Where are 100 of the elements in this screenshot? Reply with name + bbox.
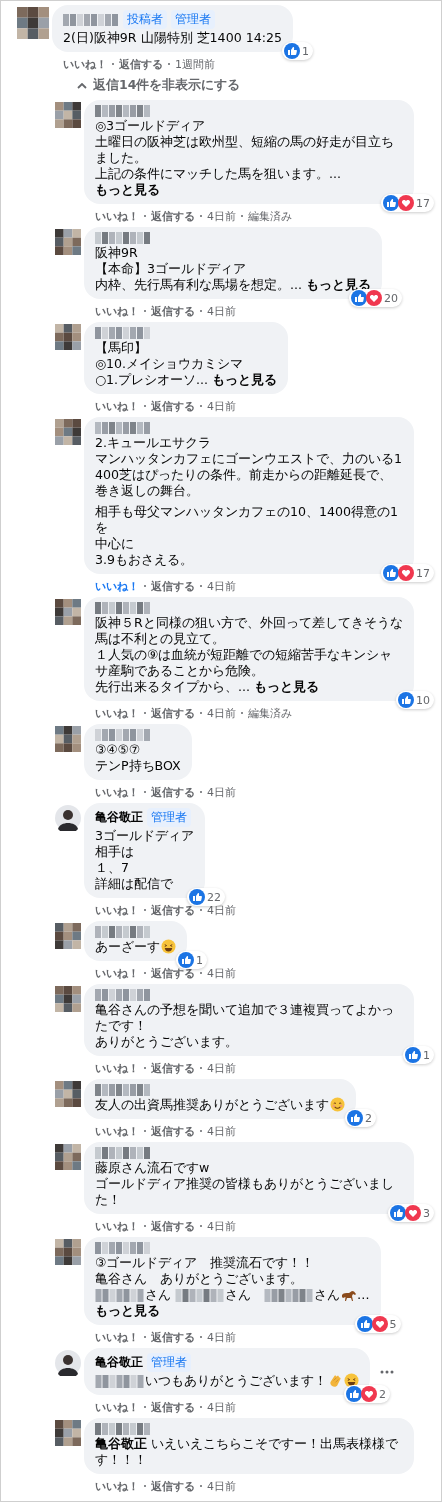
reply-button[interactable]: 返信する [119,56,163,72]
see-more-link[interactable]: もっと見る [212,372,278,387]
reply-button[interactable]: 返信する [151,398,195,414]
reaction-count[interactable]: 5 [354,1315,401,1333]
laughing-emoji-icon [344,1373,359,1388]
like-reaction-icon [390,1205,406,1221]
reply-button[interactable]: 返信する [151,705,195,721]
like-button[interactable]: いいね！ [95,1478,139,1494]
timestamp: 4日前 [207,1329,236,1345]
reaction-count[interactable]: 17 [381,564,434,582]
heart-reaction-icon [366,290,382,306]
reaction-count[interactable]: 1 [403,1046,434,1064]
comment-text: 亀谷敬正 いえいえこちらこそですー！出馬表様様です！！！ [95,1436,399,1468]
like-button[interactable]: いいね！ [95,1399,139,1415]
reaction-count[interactable]: 1 [176,951,207,969]
reaction-count[interactable]: 1 [281,42,313,60]
like-button[interactable]: いいね！ [95,1218,139,1234]
reply-button[interactable]: 返信する [151,1060,195,1076]
more-options-icon[interactable] [380,1369,394,1374]
like-button[interactable]: いいね！ [95,303,139,319]
timestamp: 4日前 [207,1123,236,1139]
blurred-avatar [17,7,49,39]
reply-button[interactable]: 返信する [151,303,195,319]
like-reaction-icon [405,1047,421,1063]
comment-text: ありがとうございます。 [95,1034,239,1050]
see-more-link[interactable]: もっと見る [95,182,160,197]
role-badge: 投稿者 [123,10,167,29]
timestamp: 4日前 [207,965,236,981]
comment-text: 阪神9R [95,245,139,261]
blurred-avatar [55,419,81,445]
reply-button[interactable]: 返信する [151,1329,195,1345]
timestamp: 4日前 [207,578,236,594]
timestamp: 4日前 [207,1218,236,1234]
comment-text: 阪神５Rと同様の狙い方で、外回って差してきそうな馬は不利との見立て。 [95,615,403,647]
blurred-avatar [55,102,81,128]
timestamp: 4日前 [207,784,236,800]
heart-reaction-icon [398,195,414,211]
like-button[interactable]: いいね！ [95,578,139,594]
timestamp: 1週間前 [175,56,215,72]
timestamp: 4日前 [207,1399,236,1415]
like-reaction-icon [398,692,414,708]
reaction-count[interactable]: 17 [381,194,434,212]
like-reaction-icon [356,1316,373,1332]
reaction-count[interactable]: 22 [187,888,225,906]
horse-icon [341,1289,357,1302]
author-name[interactable]: 亀谷敬正 [95,1354,143,1371]
hide-replies-button[interactable]: 返信14件を非表示にする [17,71,241,100]
blurred-avatar [55,1081,81,1107]
reaction-count[interactable]: 3 [388,1204,434,1222]
avatar [55,1350,81,1376]
timestamp: 4日前 [207,705,236,721]
blurred-mention [175,1289,225,1302]
like-reaction-icon [283,43,300,59]
comment-text: 3ゴールドディア [95,828,194,844]
reply-button[interactable]: 返信する [151,1478,195,1494]
reply-button[interactable]: 返信する [151,1123,195,1139]
comment-text: マンハッタンカフェにゴーンウエストで、力のいる1400芝はぴったりの条件。前走からの距離延長で、巻き返しの舞台。 [95,451,403,499]
reply-button[interactable]: 返信する [151,1218,195,1234]
blurred-avatar [55,986,81,1012]
reaction-count[interactable]: 10 [396,691,434,709]
reply-button[interactable]: 返信する [151,784,195,800]
see-more-link[interactable]: もっと見る [95,1303,160,1318]
heart-reaction-icon [361,1386,377,1402]
comment-text: １、7 [95,860,130,876]
author-name[interactable]: 亀谷敬正 [95,809,143,826]
comment-text: 相手は [95,844,135,860]
reply-button[interactable]: 返信する [151,1399,195,1415]
like-button[interactable]: いいね！ [95,398,139,414]
like-button[interactable]: いいね！ [95,208,139,224]
comment-text: 【馬印】 [95,340,148,356]
comment-text: 【本命】3ゴールドディア [95,261,247,277]
comment-text: 詳細は配信で [95,876,174,892]
reaction-count[interactable]: 2 [345,1109,376,1127]
avatar [55,805,81,831]
see-more-link[interactable]: もっと見る [254,679,319,694]
comment-text: ③ゴールドディア 推奨流石です！！ [95,1255,316,1271]
like-button[interactable]: いいね！ [95,705,139,721]
comment-text: 3.9もおさえる。 [95,552,195,568]
like-button[interactable]: いいね！ [95,1060,139,1076]
role-badge: 管理者 [171,10,215,29]
like-button[interactable]: いいね！ [95,1123,139,1139]
like-button[interactable]: いいね！ [95,902,139,918]
heart-reaction-icon [371,1316,388,1332]
comment-text: 亀谷さん ありがとうございます。 [95,1271,304,1287]
reply-button[interactable]: 返信する [151,578,195,594]
comment-text: 2.キュールエサクラ [95,435,213,451]
reply-button[interactable]: 返信する [151,208,195,224]
like-reaction-icon [383,195,399,211]
like-button[interactable]: いいね！ [63,56,107,72]
like-button[interactable]: いいね！ [95,965,139,981]
like-button[interactable]: いいね！ [95,1329,139,1345]
blurred-mention [95,1289,145,1302]
role-badge: 管理者 [147,808,191,827]
heart-reaction-icon [398,565,414,581]
timestamp: 4日前 [207,208,236,224]
chevron-up-icon [77,82,87,89]
blurred-avatar [55,1420,81,1446]
like-button[interactable]: いいね！ [95,784,139,800]
comment-text: 中心に [95,536,135,552]
reaction-count[interactable]: 2 [344,1385,390,1403]
